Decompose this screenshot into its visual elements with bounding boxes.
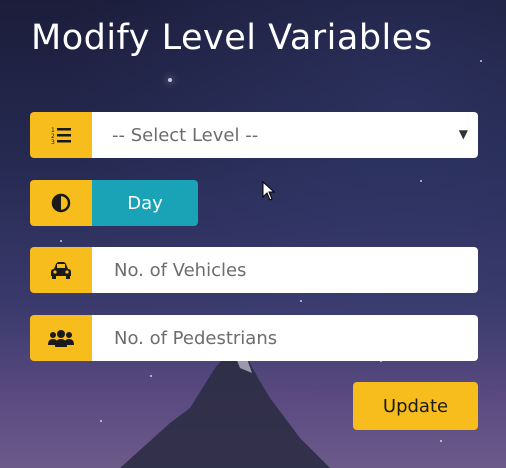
vehicles-group <box>30 247 478 293</box>
vehicles-input[interactable] <box>112 258 478 282</box>
day-toggle-button[interactable]: Day <box>92 180 198 226</box>
level-select-group: 1 2 3 -- Select Level -- ▼ <box>30 112 478 158</box>
page-title: Modify Level Variables <box>31 18 433 58</box>
caret-down-icon: ▼ <box>458 127 468 141</box>
car-icon <box>30 247 92 293</box>
pedestrians-input-wrapper <box>92 315 478 361</box>
vehicles-input-wrapper <box>92 247 478 293</box>
half-circle-contrast-icon <box>30 180 92 226</box>
time-toggle-group: Day <box>30 180 198 226</box>
svg-text:3: 3 <box>51 139 55 144</box>
modify-level-form: Modify Level Variables 1 2 3 -- Select L… <box>0 0 506 468</box>
level-select[interactable]: -- Select Level -- ▼ <box>92 112 478 158</box>
list-ol-icon: 1 2 3 <box>30 112 92 158</box>
level-select-value: -- Select Level -- <box>112 124 259 146</box>
users-icon <box>30 315 92 361</box>
update-button[interactable]: Update <box>353 382 478 430</box>
pedestrians-group <box>30 315 478 361</box>
pedestrians-input[interactable] <box>112 326 478 350</box>
mouse-cursor-icon <box>262 181 276 201</box>
